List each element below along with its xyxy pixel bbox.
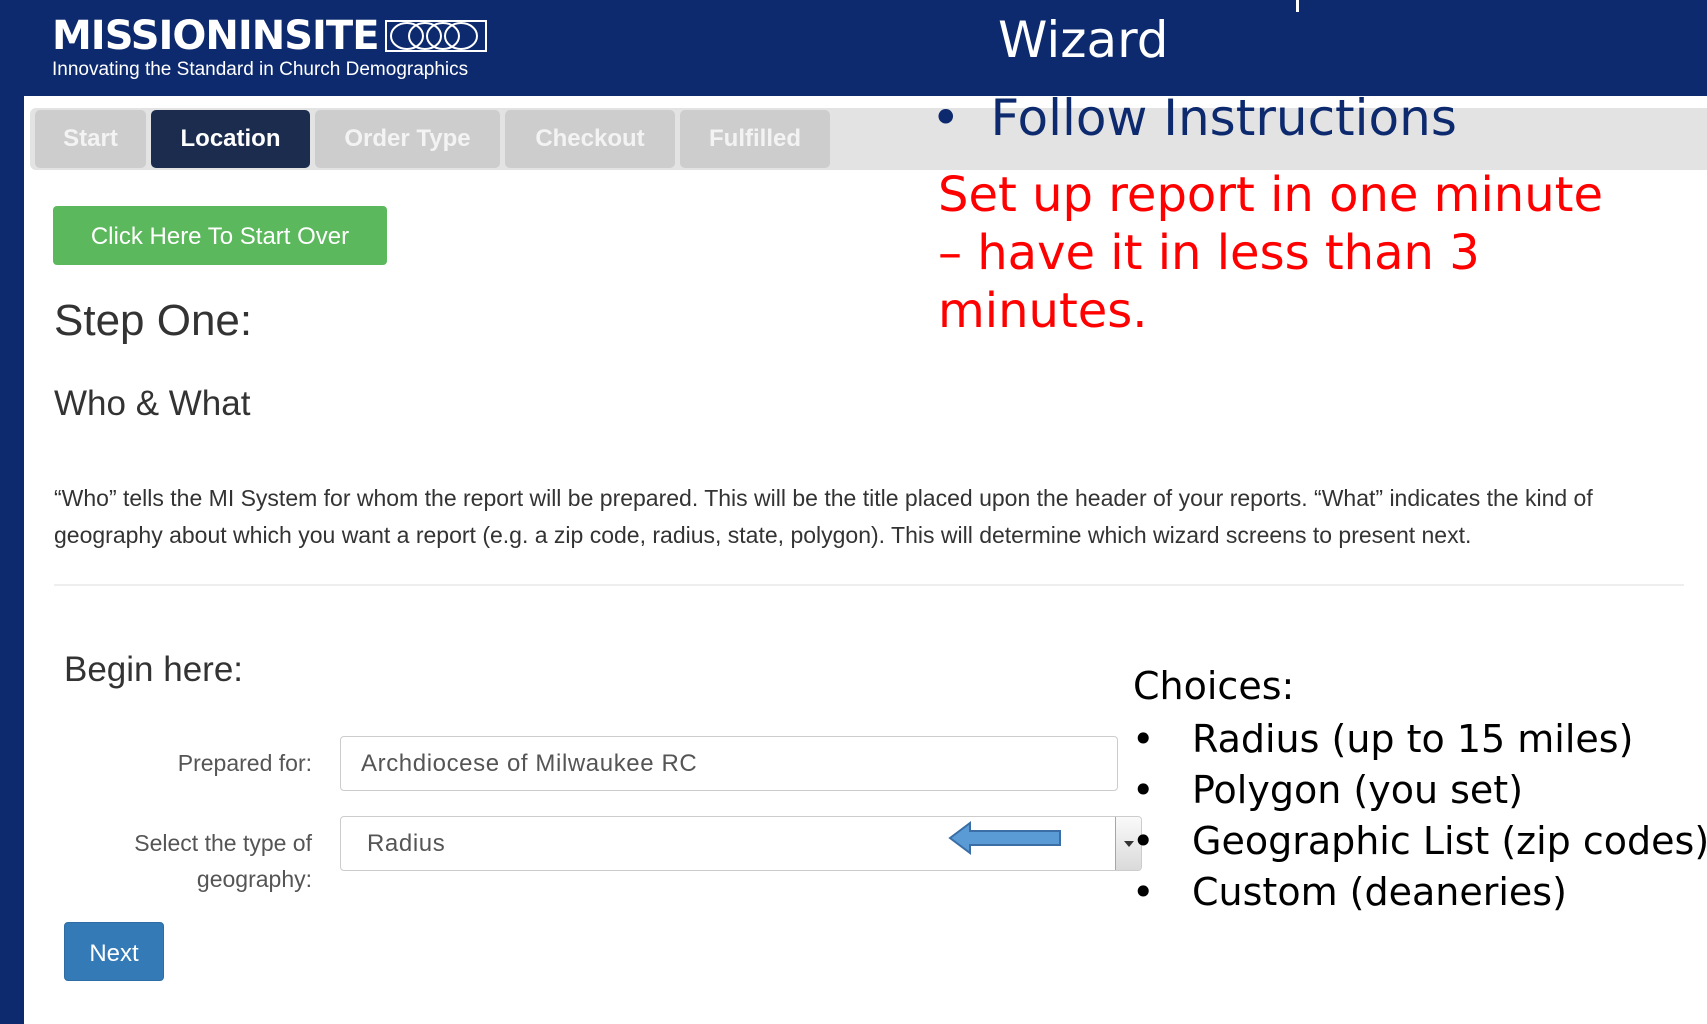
missioninsite-logo: MISSIONINSITE Innovating the Standard in… [52, 14, 487, 81]
step-title: Step One: [54, 296, 253, 345]
step-description: “Who” tells the MI System for whom the r… [54, 485, 1593, 548]
logo-text: MISSIONINSITE [52, 13, 380, 59]
slide-left-bar [0, 0, 24, 1024]
start-over-button[interactable]: Click Here To Start Over [53, 206, 387, 265]
interlocking-rings-icon [384, 20, 487, 52]
list-item: • Polygon (you set) [1132, 765, 1707, 816]
choice-label: Polygon (you set) [1192, 768, 1524, 812]
geography-selected-value: Radius [367, 830, 446, 857]
choice-label: Radius (up to 15 miles) [1192, 717, 1634, 761]
next-button[interactable]: Next [64, 922, 164, 981]
tab-checkout[interactable]: Checkout [505, 110, 675, 168]
section-divider [54, 584, 1684, 586]
choices-list: • Radius (up to 15 miles) • Polygon (you s… [1132, 714, 1707, 918]
logo-tagline: Innovating the Standard in Church Demogr… [52, 59, 469, 80]
bullet-mark: • [1132, 819, 1155, 863]
bullet-mark: • [1132, 768, 1155, 812]
tab-start[interactable]: Start [35, 110, 146, 168]
choice-label: Geographic List (zip codes) [1192, 819, 1707, 863]
list-item: • Geographic List (zip codes) [1132, 816, 1707, 867]
left-arrow-icon [948, 821, 1061, 855]
list-item: • Custom (deaneries) [1132, 867, 1707, 918]
bullet-mark: • [1132, 717, 1155, 761]
prepared-for-input[interactable]: Archdiocese of Milwaukee RC [340, 736, 1118, 791]
prepared-for-label: Prepared for: [177, 750, 312, 776]
bullet-mark: • [1132, 870, 1155, 914]
header-divider-mark [1296, 0, 1299, 12]
bullet-mark: • [931, 89, 961, 147]
tab-location[interactable]: Location [151, 110, 310, 168]
form-heading: Begin here: [64, 650, 244, 689]
choices-title: Choices: [1133, 664, 1295, 708]
instruction-bullet: • Follow Instructions [931, 86, 1457, 150]
choice-label: Custom (deaneries) [1192, 870, 1567, 914]
tab-fulfilled[interactable]: Fulfilled [680, 110, 830, 168]
section-title: Who & What [54, 384, 251, 423]
timing-note: Set up report in one minute – have it in… [938, 167, 1603, 339]
logo-wordmark-row: MISSIONINSITE [52, 14, 487, 58]
slide-content: MISSIONINSITE Innovating the Standard in… [24, 0, 1707, 1024]
tab-order-type[interactable]: Order Type [315, 110, 500, 168]
instruction-text: Follow Instructions [990, 89, 1457, 147]
list-item: • Radius (up to 15 miles) [1132, 714, 1707, 765]
geography-type-label: Select the type of geography: [134, 830, 312, 892]
app-header: MISSIONINSITE Innovating the Standard in… [24, 0, 1707, 96]
wizard-title: Wizard [998, 11, 1169, 69]
